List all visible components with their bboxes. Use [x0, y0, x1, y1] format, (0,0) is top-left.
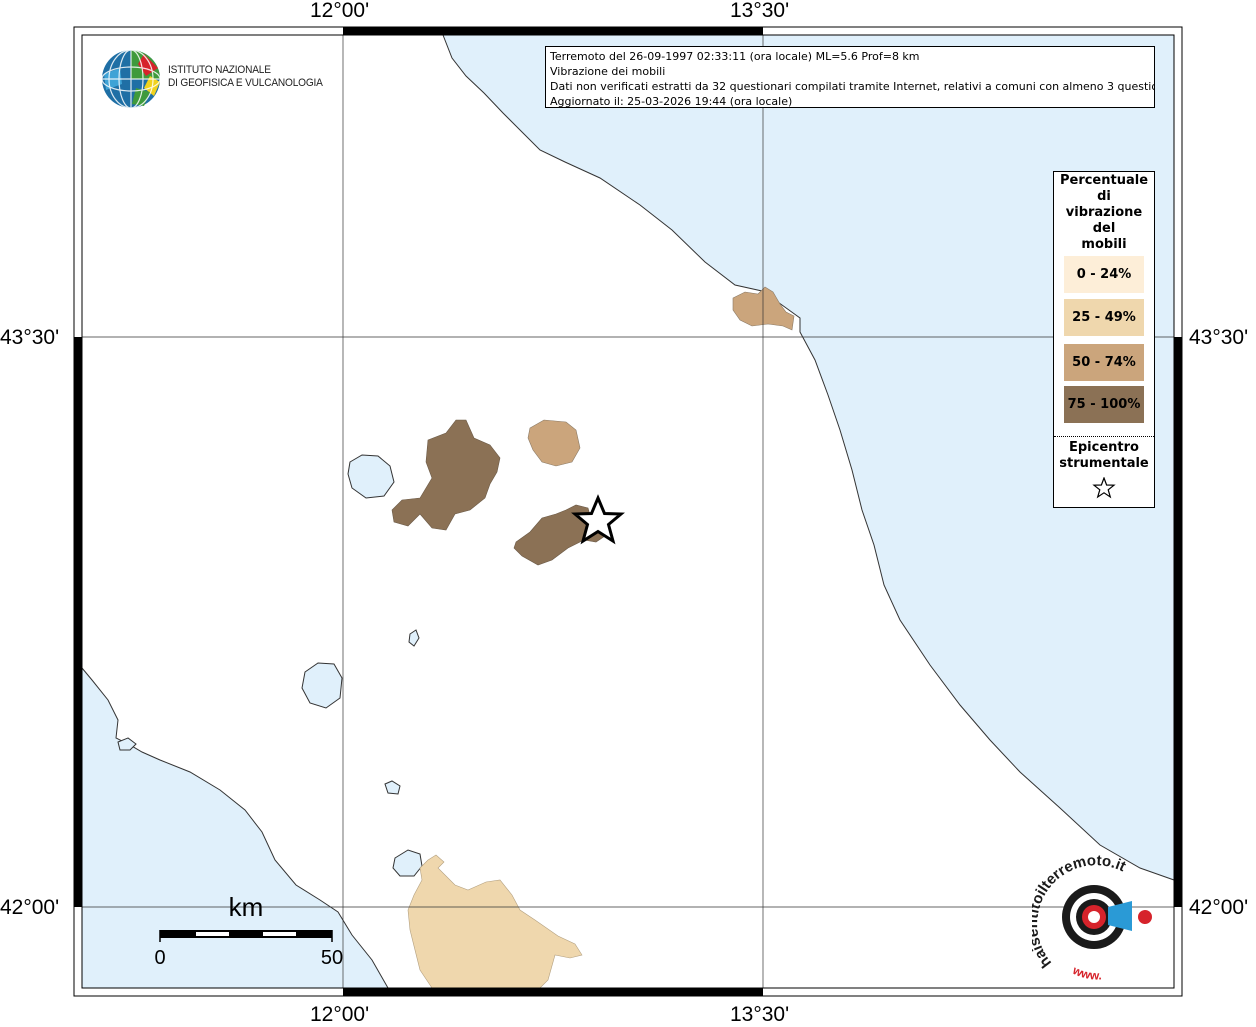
- coord-top-lon-1: 12°00': [310, 0, 370, 22]
- event-info-line2: Vibrazione dei mobili: [550, 65, 666, 78]
- ingv-name-line1: ISTITUTO NAZIONALE: [168, 64, 271, 76]
- scale-start-label: 0: [154, 947, 165, 969]
- legend-title-line1: Percentuale: [1059, 173, 1149, 188]
- legend-epicentre-line2: strumentale: [1059, 456, 1149, 471]
- scale-end-label: 50: [321, 947, 343, 969]
- legend-title-line5: mobili: [1081, 237, 1127, 252]
- legend-class-3: 75 - 100%: [1064, 386, 1144, 423]
- ingv-name: ISTITUTO NAZIONALE DI GEOFISICA E VULCAN…: [168, 64, 323, 90]
- event-info-line1: Terremoto del 26-09-1997 02:33:11 (ora l…: [550, 50, 920, 63]
- event-info-line3: Dati non verificati estratti da 32 quest…: [550, 80, 1155, 93]
- legend-star-icon: [1092, 477, 1116, 499]
- coord-bottom-lon-2: 13°30': [730, 1003, 790, 1026]
- legend-class-2: 50 - 74%: [1064, 344, 1144, 381]
- hst-logo: haisentitoilterremoto.it www.: [1032, 855, 1152, 980]
- ingv-logo: ISTITUTO NAZIONALE DI GEOFISICA E VULCAN…: [100, 48, 330, 110]
- coord-left-lat-1: 43°30': [0, 326, 60, 349]
- legend-divider: [1054, 436, 1154, 437]
- coord-right-lat-1: 43°30': [1189, 326, 1249, 349]
- legend-title-line3: vibrazione: [1065, 205, 1143, 220]
- ingv-name-line2: DI GEOFISICA E VULCANOLOGIA: [168, 77, 323, 89]
- legend-epicentre-label: Epicentro strumentale: [1054, 440, 1154, 472]
- hst-www: www.: [1070, 963, 1102, 980]
- legend-title: Percentuale di vibrazione del mobili: [1054, 172, 1154, 253]
- event-info-box: Terremoto del 26-09-1997 02:33:11 (ora l…: [545, 46, 1155, 108]
- coord-top-lon-2: 13°30': [730, 0, 790, 22]
- ingv-globe-icon: [101, 49, 161, 109]
- coord-right-lat-2: 42°00': [1189, 896, 1249, 919]
- coord-bottom-lon-1: 12°00': [310, 1003, 370, 1026]
- coord-left-lat-2: 42°00': [0, 896, 60, 919]
- legend-title-line2: di: [1097, 189, 1111, 204]
- event-info-line4: Aggiornato il: 25-03-2026 19:44 (ora loc…: [550, 95, 793, 108]
- legend-title-line4: del: [1092, 221, 1116, 236]
- legend-epicentre-line1: Epicentro: [1069, 440, 1139, 455]
- scale-unit-label: km: [229, 892, 264, 922]
- legend-class-0: 0 - 24%: [1064, 256, 1144, 293]
- legend: Percentuale di vibrazione del mobili 0 -…: [1053, 171, 1155, 508]
- legend-class-1: 25 - 49%: [1064, 299, 1144, 336]
